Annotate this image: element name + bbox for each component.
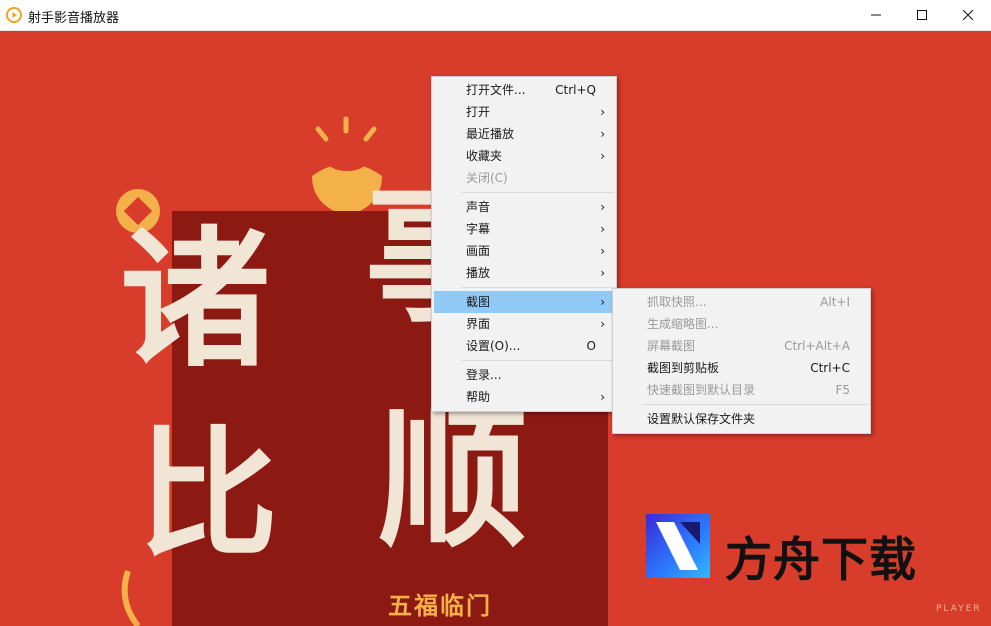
menu-item-label: 界面 xyxy=(466,317,491,331)
close-icon xyxy=(963,10,973,20)
chevron-right-icon: › xyxy=(600,266,605,280)
chevron-right-icon: › xyxy=(600,317,605,331)
chevron-right-icon: › xyxy=(600,295,605,309)
menu-item-interface[interactable]: 界面 › xyxy=(434,313,614,335)
menu-item-audio[interactable]: 声音 › xyxy=(434,196,614,218)
submenu-item-grab-snapshot: 抓取快照... Alt+I xyxy=(615,291,868,313)
submenu-item-quick-save: 快速截图到默认目录 F5 xyxy=(615,379,868,401)
menu-item-video[interactable]: 画面 › xyxy=(434,240,614,262)
chevron-right-icon: › xyxy=(600,105,605,119)
menu-item-shortcut: Ctrl+Q xyxy=(555,83,596,97)
menu-separator xyxy=(462,192,614,193)
menu-item-close: 关闭(C) xyxy=(434,167,614,189)
menu-item-label: 设置(O)... xyxy=(466,339,521,353)
menu-separator xyxy=(462,287,614,288)
menu-item-label: 抓取快照... xyxy=(647,295,707,309)
submenu-item-set-save-folder[interactable]: 设置默认保存文件夹 xyxy=(615,408,868,430)
submenu-item-screen-capture: 屏幕截图 Ctrl+Alt+A xyxy=(615,335,868,357)
menu-item-label: 字幕 xyxy=(466,222,491,236)
menu-item-shortcut: Alt+I xyxy=(820,295,850,309)
chevron-right-icon: › xyxy=(600,244,605,258)
menu-item-login[interactable]: 登录... xyxy=(434,364,614,386)
menu-item-label: 收藏夹 xyxy=(466,149,503,163)
chevron-right-icon: › xyxy=(600,200,605,214)
menu-item-label: 截图 xyxy=(466,295,491,309)
menu-item-label: 声音 xyxy=(466,200,491,214)
menu-item-label: 快速截图到默认目录 xyxy=(647,383,756,397)
poster-char: 顺 xyxy=(378,394,529,568)
watermark-text: 方舟下载 xyxy=(725,533,917,588)
menu-item-open[interactable]: 打开 › xyxy=(434,101,614,123)
screenshot-submenu: 抓取快照... Alt+I 生成缩略图... 屏幕截图 Ctrl+Alt+A 截… xyxy=(612,288,871,434)
menu-item-shortcut: Ctrl+Alt+A xyxy=(784,339,850,353)
watermark-logo-icon xyxy=(646,514,710,578)
poster-caption: 五福临门 xyxy=(388,592,492,620)
chevron-right-icon: › xyxy=(600,127,605,141)
chevron-right-icon: › xyxy=(600,390,605,404)
poster-char: 诸 xyxy=(120,214,271,388)
title-bar: 射手影音播放器 xyxy=(0,0,991,31)
menu-item-recent[interactable]: 最近播放 › xyxy=(434,123,614,145)
minimize-icon xyxy=(871,14,881,16)
chevron-right-icon: › xyxy=(600,222,605,236)
close-button[interactable] xyxy=(945,0,991,30)
menu-item-help[interactable]: 帮助 › xyxy=(434,386,614,408)
menu-separator xyxy=(462,360,614,361)
menu-item-label: 最近播放 xyxy=(466,127,515,141)
menu-item-label: 关闭(C) xyxy=(466,171,508,185)
maximize-icon xyxy=(917,10,927,20)
menu-item-subtitles[interactable]: 字幕 › xyxy=(434,218,614,240)
app-logo-icon xyxy=(6,7,22,23)
menu-item-settings[interactable]: 设置(O)... O xyxy=(434,335,614,357)
menu-item-screenshot[interactable]: 截图 › xyxy=(434,291,614,313)
menu-separator xyxy=(643,404,868,405)
window-title: 射手影音播放器 xyxy=(28,11,120,26)
menu-item-open-file[interactable]: 打开文件... Ctrl+Q xyxy=(434,79,614,101)
menu-item-label: 打开 xyxy=(466,105,491,119)
maximize-button[interactable] xyxy=(899,0,945,30)
menu-item-label: 帮助 xyxy=(466,390,491,404)
menu-item-playback[interactable]: 播放 › xyxy=(434,262,614,284)
chevron-right-icon: › xyxy=(600,149,605,163)
submenu-item-copy-to-clipboard[interactable]: 截图到剪贴板 Ctrl+C xyxy=(615,357,868,379)
menu-item-label: 画面 xyxy=(466,244,491,258)
menu-item-label: 截图到剪贴板 xyxy=(647,361,720,375)
menu-item-shortcut: O xyxy=(586,339,596,353)
menu-item-label: 设置默认保存文件夹 xyxy=(647,412,756,426)
menu-item-label: 生成缩略图... xyxy=(647,317,719,331)
player-mark: PLAYER xyxy=(936,604,982,614)
menu-item-label: 播放 xyxy=(466,266,491,280)
menu-item-label: 屏幕截图 xyxy=(647,339,696,353)
menu-item-favorites[interactable]: 收藏夹 › xyxy=(434,145,614,167)
menu-item-label: 登录... xyxy=(466,368,502,382)
poster-char: 比 xyxy=(138,414,279,577)
submenu-item-thumbnails: 生成缩略图... xyxy=(615,313,868,335)
menu-item-shortcut: Ctrl+C xyxy=(810,361,850,375)
minimize-button[interactable] xyxy=(853,0,899,30)
menu-item-label: 打开文件... xyxy=(466,83,526,97)
context-menu: 打开文件... Ctrl+Q 打开 › 最近播放 › 收藏夹 › 关闭(C) 声… xyxy=(431,76,617,412)
menu-item-shortcut: F5 xyxy=(835,383,850,397)
